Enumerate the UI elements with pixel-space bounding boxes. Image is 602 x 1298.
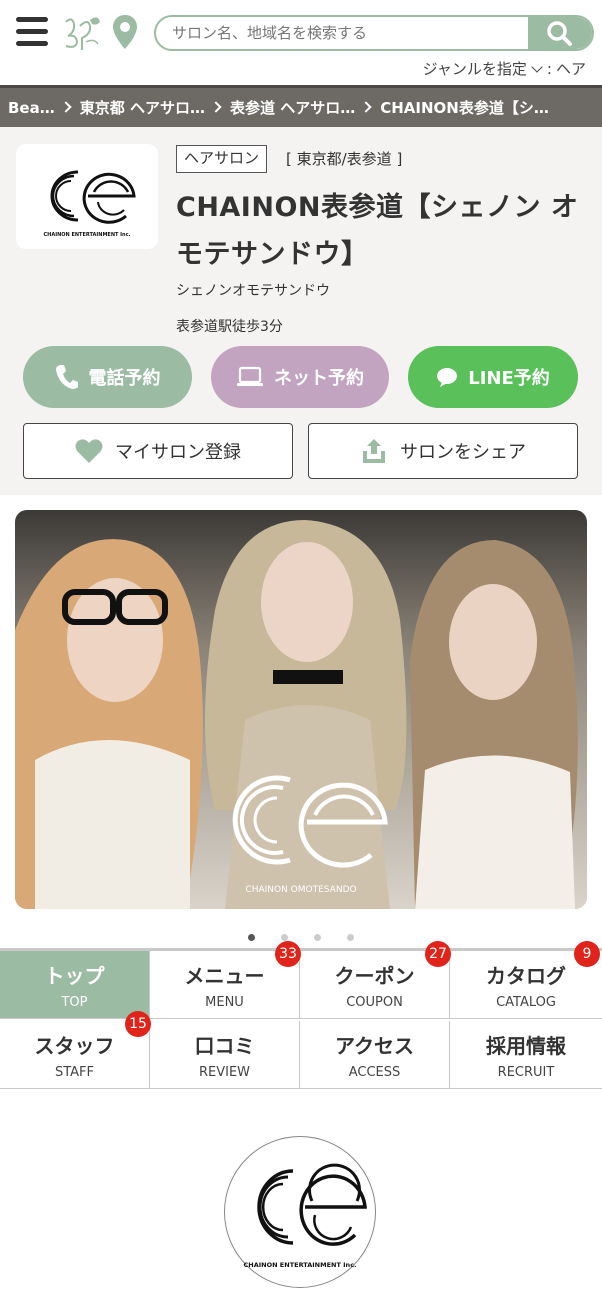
tab-top[interactable]: トップ TOP (0, 951, 150, 1019)
salon-access: 表参道駅徒歩3分 (176, 319, 283, 335)
tab-label-jp: クーポン (334, 964, 415, 988)
hero-caption: CHAINON OMOTESANDO (245, 885, 356, 895)
tab-label-en: STAFF (54, 1065, 95, 1080)
site-header: ジャンルを指定:ヘア (0, 0, 602, 82)
phone-icon (55, 365, 78, 389)
tab-label-en: TOP (61, 995, 88, 1010)
tab-label-en: REVIEW (198, 1065, 251, 1080)
line-reserve-button[interactable]: LINE予約 (408, 346, 578, 408)
tab-review[interactable]: 口コミ REVIEW (150, 1021, 300, 1089)
chainon-logo-icon: CHAINON ENTERTAINMENT Inc. (243, 1163, 367, 1269)
area-tag[interactable]: [ 東京都/表参道 ] (286, 147, 402, 171)
salon-logo: CHAINON ENTERTAINMENT Inc. (16, 144, 158, 249)
carousel-dot[interactable] (347, 934, 354, 941)
count-badge: 9 (574, 941, 600, 967)
chevron-right-icon (60, 101, 72, 113)
carousel-dot[interactable] (314, 934, 321, 941)
carousel-indicators (0, 926, 602, 941)
tab-label-en: CATALOG (496, 995, 556, 1010)
hero-photo: CHAINON OMOTESANDO (15, 510, 587, 909)
breadcrumb-item-current: CHAINON表参道【シ… (380, 99, 549, 117)
phone-reserve-label: 電話予約 (88, 368, 161, 389)
tab-label-jp: 採用情報 (486, 1034, 566, 1058)
salon-name: CHAINON表参道【シェノン オモテサンドウ】 (176, 192, 579, 270)
carousel-dot[interactable] (248, 934, 255, 941)
tab-label-jp: スタッフ (34, 1034, 115, 1058)
salon-info: CHAINON ENTERTAINMENT Inc. ヘアサロン [ 東京都/表… (0, 127, 602, 495)
salon-kana: シェノンオモテサンドウ (176, 283, 330, 299)
net-reserve-button[interactable]: ネット予約 (211, 346, 389, 408)
tab-coupon[interactable]: クーポン COUPON 27 (300, 941, 451, 1019)
chevron-down-icon (531, 61, 543, 73)
breadcrumb-item[interactable]: 表参道 ヘアサロ… (230, 88, 355, 127)
tab-menu[interactable]: メニュー MENU 33 (150, 941, 301, 1019)
genre-label: ジャンルを指定 (422, 60, 527, 78)
chainon-logo-icon: CHAINON ENTERTAINMENT Inc. (44, 170, 136, 238)
tab-label-jp: 口コミ (194, 1034, 255, 1058)
tab-label-en: RECRUIT (497, 1065, 555, 1080)
salon-nav-tabs: トップ TOP メニュー MENU 33 クーポン COUPON 27 カタログ… (0, 941, 602, 1089)
share-upload-icon (363, 439, 385, 463)
share-salon-label: サロンをシェア (400, 442, 526, 463)
chevron-right-icon (210, 101, 222, 113)
carousel-dot[interactable] (281, 934, 288, 941)
line-reserve-label: LINE予約 (468, 368, 550, 389)
genre-value: ヘア (555, 60, 586, 78)
tab-label-en: COUPON (346, 995, 403, 1010)
location-pin-icon[interactable] (112, 14, 138, 50)
breadcrumb-item[interactable]: Bea… (8, 88, 55, 127)
count-badge: 33 (275, 941, 301, 967)
tab-label-jp: トップ (44, 964, 105, 988)
breadcrumb-item[interactable]: 東京都 ヘアサロ… (80, 88, 205, 127)
search-input[interactable] (156, 17, 532, 49)
heart-icon (75, 439, 103, 463)
tab-label-en: ACCESS (348, 1065, 401, 1080)
my-salon-label: マイサロン登録 (115, 442, 241, 463)
tab-access[interactable]: アクセス ACCESS (300, 1021, 450, 1089)
logo-text: CHAINON ENTERTAINMENT Inc. (44, 232, 131, 238)
hero-image-carousel[interactable]: CHAINON OMOTESANDO (15, 510, 587, 909)
tab-label-jp: アクセス (335, 1034, 414, 1058)
category-tag[interactable]: ヘアサロン (176, 145, 268, 173)
my-salon-register-button[interactable]: マイサロン登録 (23, 423, 293, 479)
tab-catalog[interactable]: カタログ CATALOG 9 (450, 941, 602, 1019)
net-reserve-label: ネット予約 (274, 368, 364, 389)
breadcrumb: Bea… 東京都 ヘアサロ… 表参道 ヘアサロ… CHAINON表参道【シ… (0, 85, 602, 127)
share-salon-button[interactable]: サロンをシェア (308, 423, 578, 479)
chat-bubble-icon (437, 368, 458, 387)
logo-text: CHAINON ENTERTAINMENT Inc. (243, 1261, 356, 1269)
chevron-right-icon (360, 101, 372, 113)
tab-label-jp: メニュー (184, 964, 265, 988)
tab-recruit[interactable]: 採用情報 RECRUIT (450, 1021, 602, 1089)
genre-selector[interactable]: ジャンルを指定: ヘア (423, 58, 586, 79)
laptop-icon (237, 366, 263, 386)
salon-circle-logo: CHAINON ENTERTAINMENT Inc. (224, 1136, 376, 1288)
search-button[interactable] (528, 17, 592, 49)
tab-label-jp: カタログ (486, 964, 566, 988)
tab-staff[interactable]: スタッフ STAFF 15 (0, 1011, 151, 1089)
phone-reserve-button[interactable]: 電話予約 (23, 346, 192, 408)
search-box (154, 15, 594, 51)
tab-label-en: MENU (205, 995, 244, 1010)
count-badge: 15 (125, 1011, 151, 1037)
brand-logo-icon[interactable] (60, 12, 104, 52)
search-icon (547, 21, 572, 46)
menu-icon[interactable] (16, 17, 48, 47)
count-badge: 27 (425, 941, 451, 967)
